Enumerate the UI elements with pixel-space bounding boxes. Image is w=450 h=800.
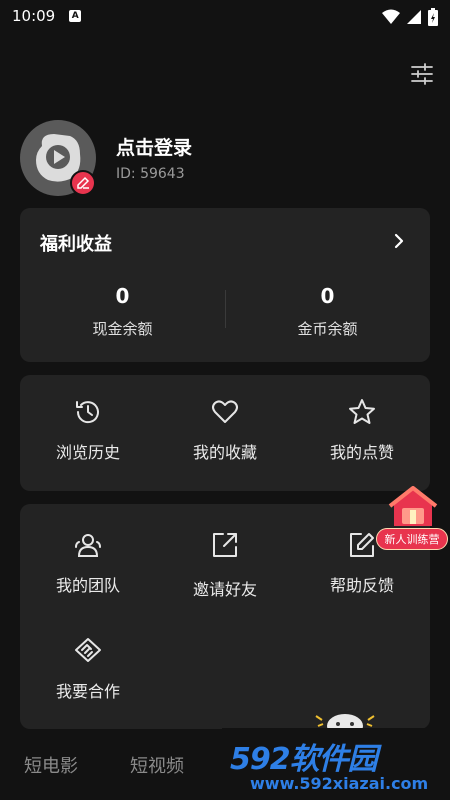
tools-card: 我的团队 邀请好友 帮助反馈 我要合作 xyxy=(20,504,430,729)
history-button[interactable]: 浏览历史 xyxy=(20,397,156,463)
history-label: 浏览历史 xyxy=(55,443,120,462)
gift-house-icon xyxy=(388,486,438,526)
wifi-icon xyxy=(382,9,400,24)
watermark-logo-text: 592软件园 xyxy=(230,742,378,777)
heart-icon xyxy=(212,400,238,423)
favorites-label: 我的收藏 xyxy=(192,443,257,462)
cooperation-button[interactable]: 我要合作 xyxy=(20,636,156,702)
coin-balance-label: 金币余额 xyxy=(297,320,358,338)
signal-icon xyxy=(407,10,421,24)
status-bar: 10:09 A xyxy=(0,0,450,32)
nav-short-videos[interactable]: 短视频 xyxy=(130,752,184,778)
shortcuts-card: 浏览历史 我的收藏 我的点赞 xyxy=(20,375,430,491)
cash-balance-value: 0 xyxy=(115,284,130,308)
nav-short-films[interactable]: 短电影 xyxy=(24,752,78,778)
login-link[interactable]: 点击登录 xyxy=(116,133,192,160)
team-icon xyxy=(75,534,101,557)
profile-section[interactable]: 点击登录 ID: 59643 xyxy=(20,120,420,200)
likes-button[interactable]: 我的点赞 xyxy=(294,397,430,463)
newcomer-camp-label[interactable]: 新人训练营 xyxy=(376,528,448,550)
battery-icon xyxy=(428,8,438,26)
star-icon xyxy=(349,399,375,424)
status-icons xyxy=(382,8,438,26)
welfare-card[interactable]: 福利收益 0 现金余额 0 金币余额 xyxy=(20,208,430,362)
favorites-button[interactable]: 我的收藏 xyxy=(157,397,293,463)
handshake-icon xyxy=(75,638,101,662)
cash-balance-label: 现金余额 xyxy=(92,320,153,338)
user-id: ID: 59643 xyxy=(116,166,185,182)
watermark-url: www.592xiazai.com xyxy=(250,774,429,793)
pencil-icon xyxy=(77,176,90,189)
team-label: 我的团队 xyxy=(55,576,120,595)
coin-balance[interactable]: 0 金币余额 xyxy=(225,284,430,339)
chevron-right-icon[interactable] xyxy=(392,233,406,249)
history-icon xyxy=(76,401,99,424)
help-feedback-label: 帮助反馈 xyxy=(329,576,394,595)
welfare-title: 福利收益 xyxy=(40,234,112,255)
cooperation-label: 我要合作 xyxy=(55,682,120,701)
edit-icon xyxy=(350,533,374,557)
invite-friends-label: 邀请好友 xyxy=(192,580,257,599)
coin-balance-value: 0 xyxy=(320,284,335,308)
likes-label: 我的点赞 xyxy=(329,443,394,462)
notification-badge: A xyxy=(69,10,82,22)
team-button[interactable]: 我的团队 xyxy=(20,530,156,596)
settings-sliders-icon[interactable] xyxy=(410,62,434,86)
site-watermark: 592软件园 www.592xiazai.com xyxy=(222,728,450,800)
cash-balance[interactable]: 0 现金余额 xyxy=(20,284,225,339)
invite-friends-button[interactable]: 邀请好友 xyxy=(157,530,293,600)
status-time: 10:09 xyxy=(12,7,56,25)
avatar-edit-button[interactable] xyxy=(70,170,96,196)
share-icon xyxy=(213,533,237,557)
